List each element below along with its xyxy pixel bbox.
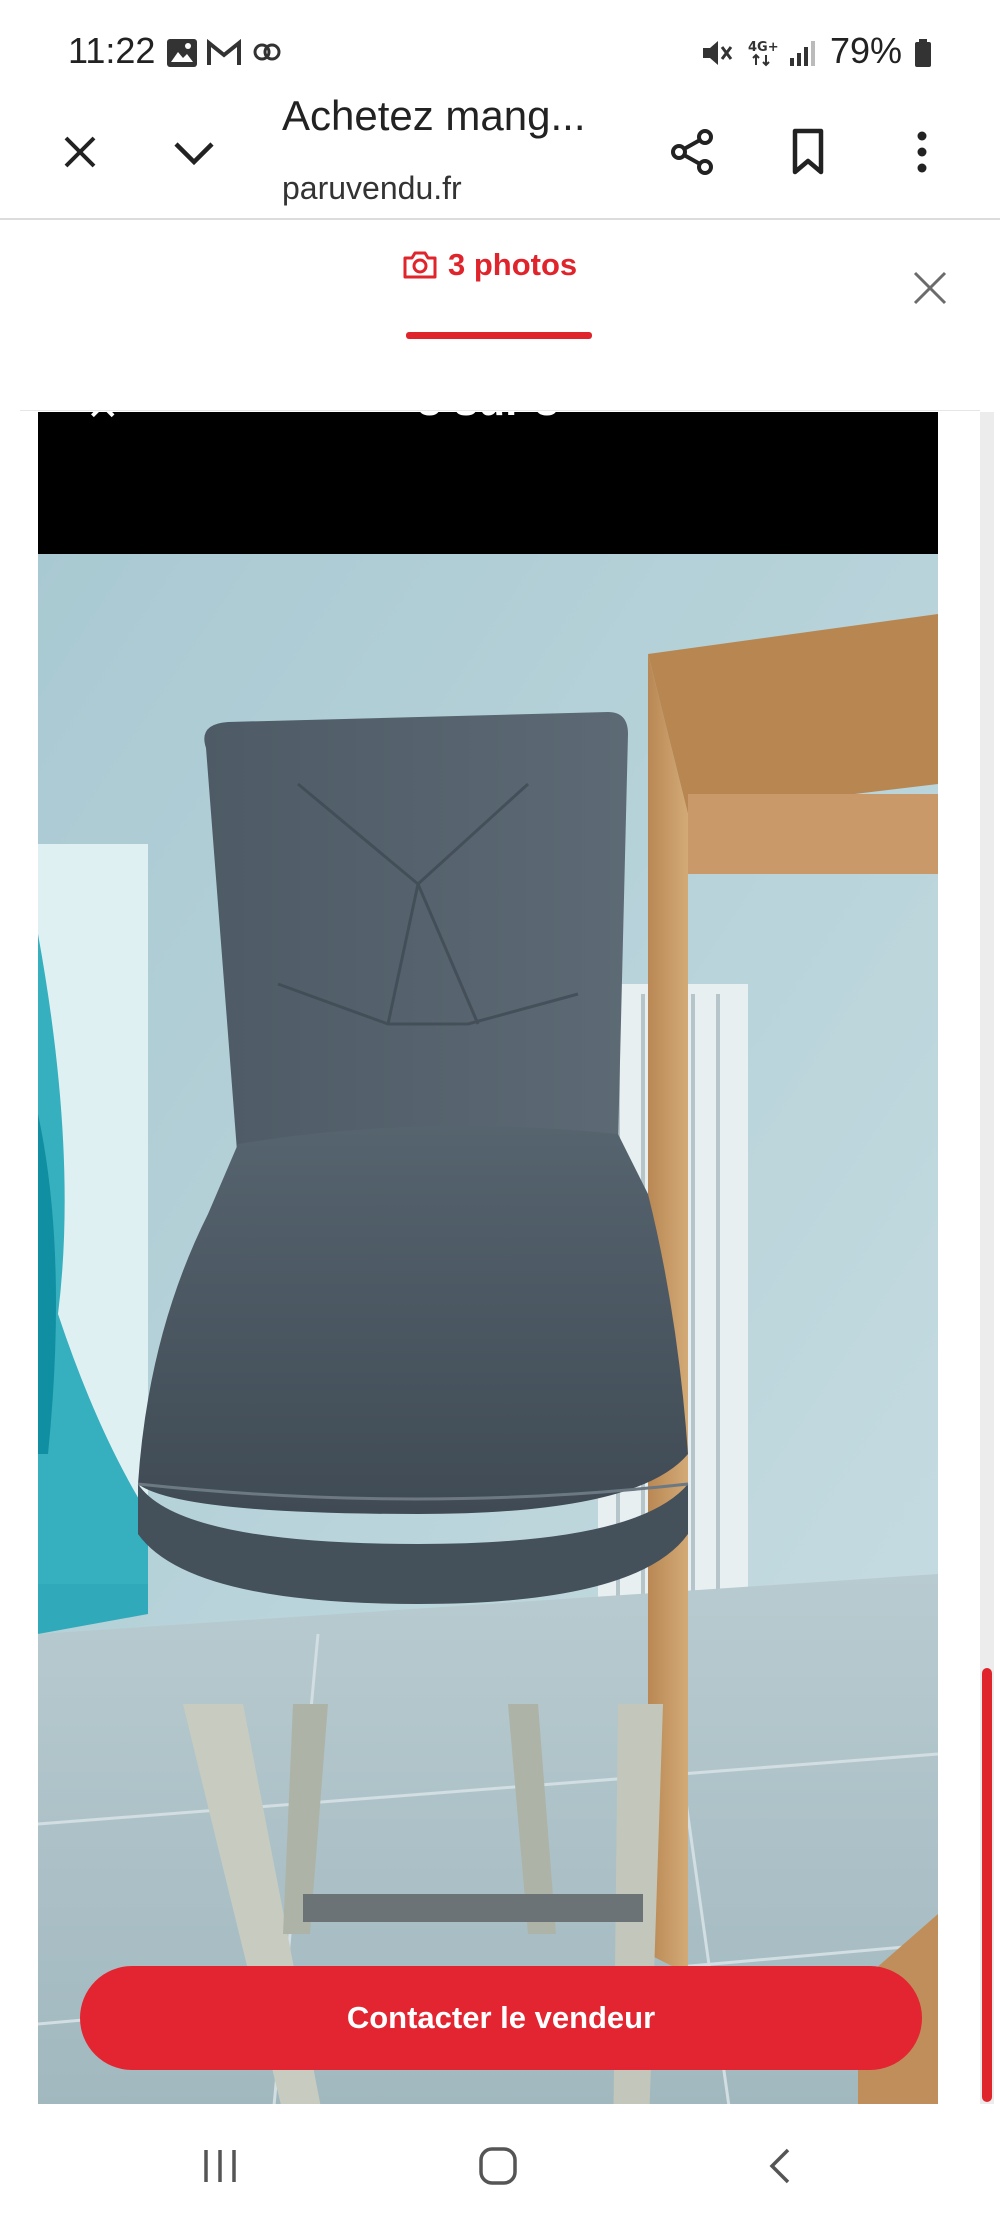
svg-text:4G+: 4G+ xyxy=(748,40,779,55)
4g-icon: 4G+ xyxy=(748,40,779,67)
share-icon xyxy=(671,129,713,175)
bookmark-icon xyxy=(792,128,824,175)
battery-icon xyxy=(915,39,931,67)
gallery-icon xyxy=(167,39,197,67)
recent-apps-icon xyxy=(204,2150,236,2182)
more-vert-icon xyxy=(917,131,927,173)
close-icon xyxy=(64,136,96,168)
status-bar: 11:22 4G+ 79% xyxy=(0,0,1000,92)
bookmark-button[interactable] xyxy=(776,120,840,184)
photo-counter: 3 sur 3 xyxy=(38,412,938,426)
close-tab-button[interactable] xyxy=(50,122,110,182)
back-icon xyxy=(769,2148,790,2184)
home-icon xyxy=(479,2147,517,2185)
active-tab-indicator xyxy=(406,332,592,339)
tab-photos[interactable]: 3 photos xyxy=(402,240,600,290)
system-nav-bar xyxy=(0,2106,1000,2222)
contact-seller-button[interactable]: Contacter le vendeur xyxy=(80,1966,922,2070)
photos-tab-label: 3 photos xyxy=(448,247,578,282)
scroll-thumb[interactable] xyxy=(982,1668,992,2102)
status-time: 11:22 xyxy=(68,30,156,71)
recent-apps-button[interactable] xyxy=(180,2136,260,2196)
divider xyxy=(20,410,980,411)
page-url[interactable]: paruvendu.fr xyxy=(282,170,462,207)
sync-icon xyxy=(253,43,281,61)
more-options-button[interactable] xyxy=(890,120,954,184)
photo-viewer[interactable]: ✕ 3 sur 3 xyxy=(38,412,938,2104)
share-button[interactable] xyxy=(660,120,724,184)
back-button[interactable] xyxy=(740,2136,820,2196)
camera-icon xyxy=(403,251,437,279)
signal-icon xyxy=(790,41,815,66)
listing-photo[interactable] xyxy=(38,554,938,2104)
gmail-icon xyxy=(207,38,241,65)
chevron-down-icon xyxy=(174,142,214,166)
close-gallery-button[interactable] xyxy=(900,258,960,318)
page-title: Achetez mang... xyxy=(282,92,586,139)
mute-icon xyxy=(703,41,733,65)
close-icon xyxy=(913,271,947,305)
minimize-tab-button[interactable] xyxy=(164,122,224,182)
battery-percent: 79% xyxy=(830,30,903,71)
home-button[interactable] xyxy=(458,2136,538,2196)
